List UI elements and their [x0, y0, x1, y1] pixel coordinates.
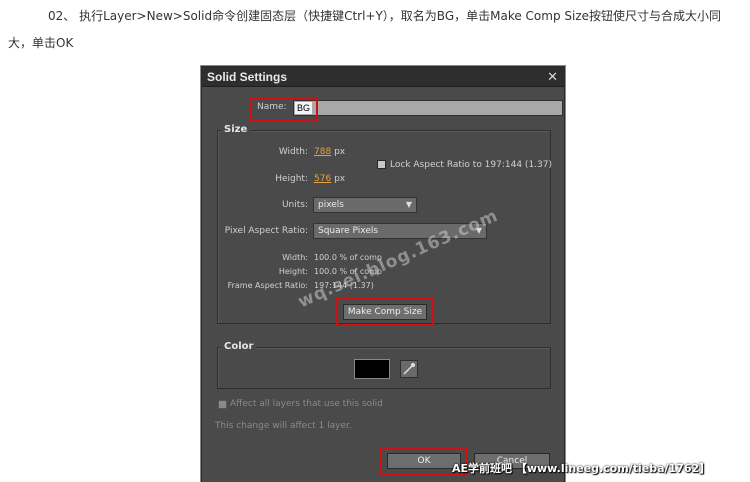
close-icon[interactable]: ✕	[547, 69, 558, 85]
pixel-aspect-value: Square Pixels	[318, 226, 379, 236]
ok-button[interactable]: OK	[387, 453, 461, 469]
solid-settings-dialog: Solid Settings ✕ Name: BG Size Width: 78…	[201, 66, 565, 482]
dialog-title: Solid Settings	[207, 69, 288, 84]
color-group-label: Color	[221, 341, 257, 352]
affect-note: This change will affect 1 layer.	[215, 421, 352, 431]
size-group-label: Size	[221, 124, 251, 135]
units-label: Units:	[281, 200, 308, 210]
height-field[interactable]: 576 px	[314, 174, 345, 184]
footer-source-text: AE学前班吧 【www.lineeg.com/tieba/1762】	[452, 462, 711, 475]
article-line-2: 大，单击OK	[8, 36, 74, 50]
width-unit: px	[334, 147, 346, 157]
height-unit: px	[334, 174, 346, 184]
article-line-1: 02、 执行Layer>New>Solid命令创建固态层（快捷键Ctrl+Y），…	[48, 9, 722, 23]
pixel-aspect-label: Pixel Aspect Ratio:	[224, 226, 308, 236]
article-text: 02、 执行Layer>New>Solid命令创建固态层（快捷键Ctrl+Y），…	[8, 3, 748, 57]
frame-aspect-value: 197:144 (1.37)	[314, 281, 374, 290]
affect-all-label: Affect all layers that use this solid	[230, 399, 383, 409]
units-dropdown[interactable]: pixels ▼	[313, 197, 417, 213]
pixel-aspect-dropdown[interactable]: Square Pixels ▼	[313, 223, 487, 239]
width-label: Width:	[278, 147, 308, 157]
name-label: Name:	[257, 102, 287, 112]
height-pct-value: 100.0 % of comp	[314, 267, 383, 276]
affect-all-checkbox[interactable]	[218, 400, 227, 409]
width-pct-label: Width:	[282, 253, 308, 262]
name-input[interactable]: BG	[293, 100, 563, 116]
color-swatch[interactable]	[354, 359, 390, 379]
chevron-down-icon: ▼	[475, 226, 482, 235]
width-pct-value: 100.0 % of comp	[314, 253, 383, 262]
width-value[interactable]: 788	[314, 147, 331, 157]
eyedropper-icon	[403, 363, 415, 375]
height-label: Height:	[275, 174, 308, 184]
make-comp-size-button[interactable]: Make Comp Size	[343, 304, 427, 320]
chevron-down-icon: ▼	[405, 200, 412, 209]
dialog-titlebar: Solid Settings ✕	[202, 67, 564, 87]
height-value[interactable]: 576	[314, 174, 331, 184]
units-value: pixels	[318, 200, 344, 210]
frame-aspect-label: Frame Aspect Ratio:	[227, 281, 308, 290]
name-row: Name: BG	[253, 100, 563, 117]
eyedropper-button[interactable]	[400, 360, 418, 378]
height-pct-label: Height:	[278, 267, 308, 276]
lock-aspect-label: Lock Aspect Ratio to 197:144 (1.37)	[390, 160, 552, 170]
lock-aspect-checkbox[interactable]	[377, 160, 386, 169]
width-field[interactable]: 788 px	[314, 147, 345, 157]
name-input-value: BG	[295, 102, 313, 114]
